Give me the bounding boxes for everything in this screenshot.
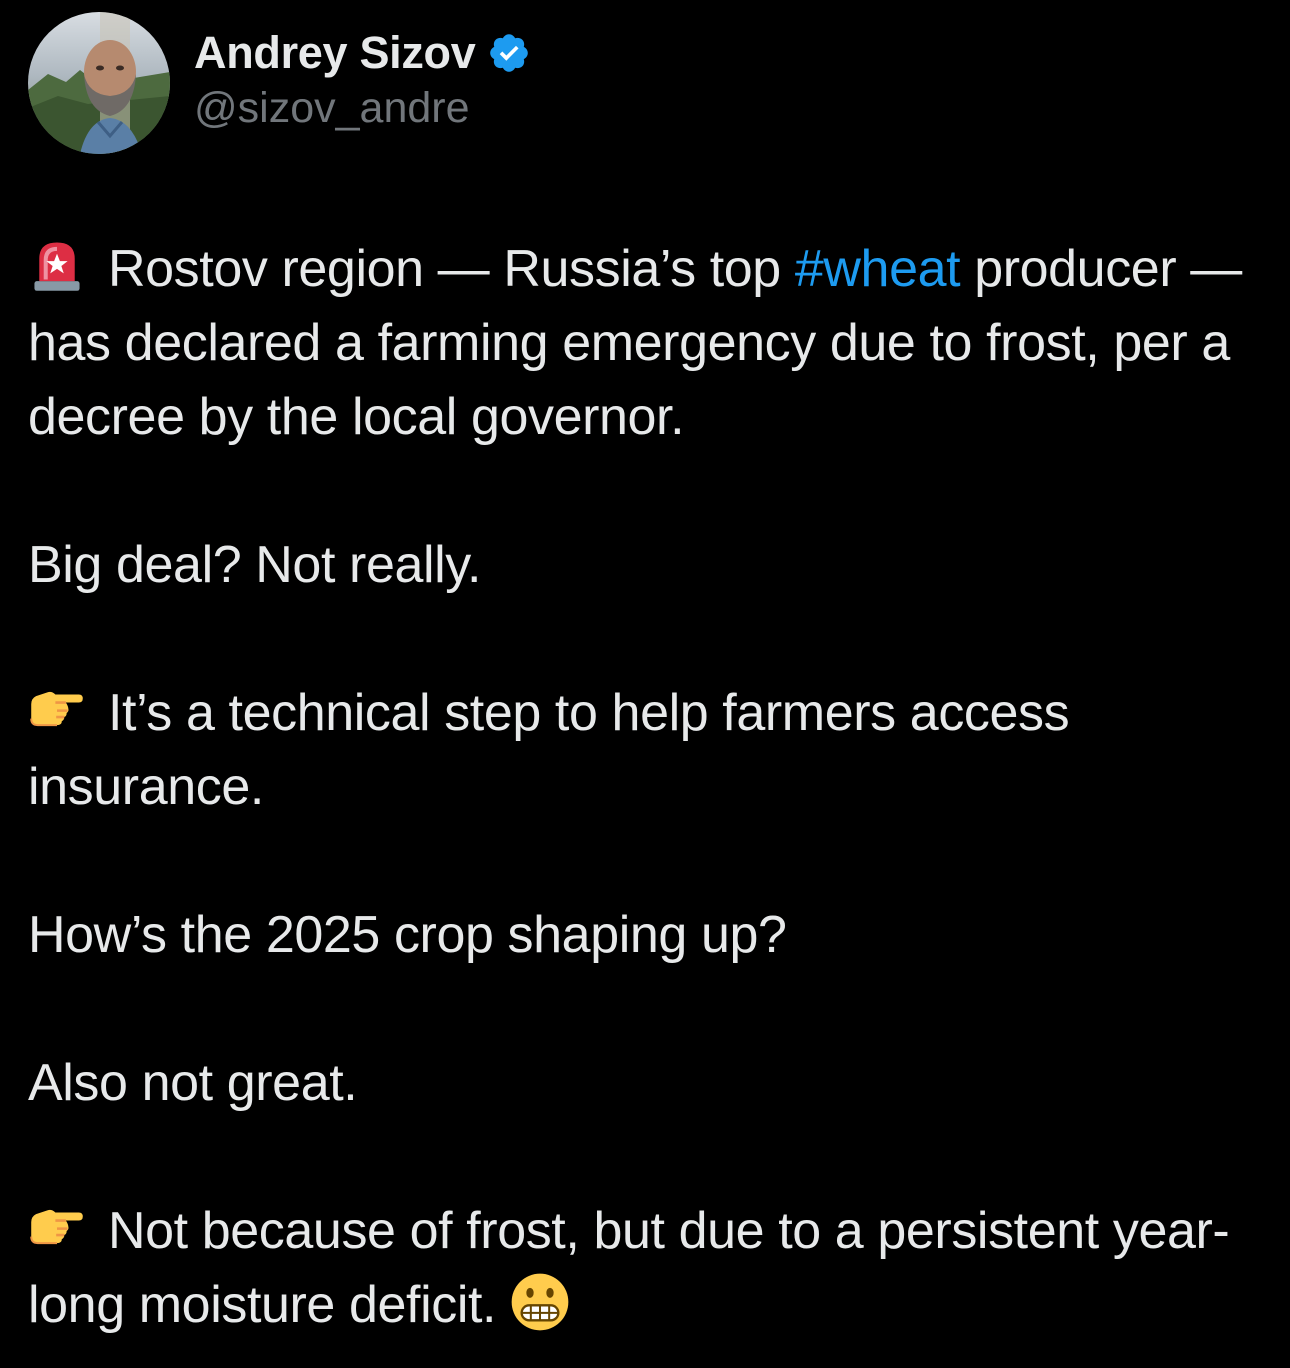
pointing-right-icon (30, 1209, 83, 1245)
paragraph-6: Not because of frost, but due to a persi… (28, 1194, 1268, 1342)
display-name[interactable]: Andrey Sizov (194, 27, 476, 79)
avatar[interactable] (28, 12, 170, 154)
paragraph-1: Rostov region — Russia’s top #wheat prod… (28, 232, 1268, 454)
paragraph-6-text: Not because of frost, but due to a persi… (28, 1202, 1230, 1334)
author-handle[interactable]: @sizov_andre (194, 84, 531, 133)
hashtag-link[interactable]: #wheat (795, 240, 961, 298)
paragraph-1-text-a: Rostov region — Russia’s top (108, 240, 795, 298)
tweet-text: Rostov region — Russia’s top #wheat prod… (28, 232, 1268, 1342)
avatar-image (28, 12, 170, 154)
paragraph-3: It’s a technical step to help farmers ac… (28, 676, 1268, 824)
pointing-right-icon (30, 691, 83, 727)
paragraph-2: Big deal? Not really. (28, 536, 482, 594)
paragraph-4: How’s the 2025 crop shaping up? (28, 906, 787, 964)
display-name-row: Andrey Sizov (194, 24, 531, 82)
rotating-light-icon (34, 242, 80, 291)
paragraph-5: Also not great. (28, 1054, 358, 1112)
tweet-header: Andrey Sizov @sizov_andre (28, 12, 531, 154)
author-names: Andrey Sizov @sizov_andre (194, 24, 531, 133)
grimacing-face-icon (511, 1273, 569, 1331)
verified-badge-icon[interactable] (487, 31, 531, 75)
paragraph-3-text: It’s a technical step to help farmers ac… (28, 684, 1070, 816)
